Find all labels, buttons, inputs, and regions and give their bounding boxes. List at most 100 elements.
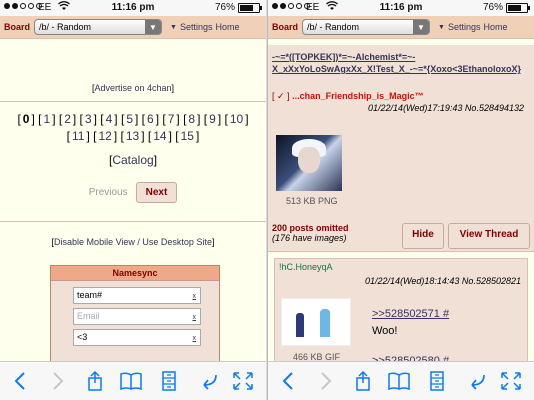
op-post: -~=*([TOPKEK])*=~-Alchemist*=~-X_xXxYoLo… [268, 45, 534, 252]
op-name-row: [ ✓ ] ...chan_Friendship_is_Magic™ [272, 91, 424, 102]
settings-link[interactable]: Settings [180, 22, 213, 32]
fullscreen-icon[interactable] [500, 371, 522, 391]
forward-icon[interactable] [314, 371, 336, 391]
next-button[interactable]: Next [135, 182, 178, 203]
reply-icon[interactable] [196, 371, 218, 391]
namesync-subject-input[interactable]: <3 x [73, 329, 201, 346]
view-thread-button[interactable]: View Thread [448, 223, 530, 249]
op-subject-link[interactable]: -~=*([TOPKEK])*=~-Alchemist*=~-X_xXxYoLo… [272, 51, 522, 75]
divider [0, 101, 266, 102]
back-icon[interactable] [278, 371, 300, 391]
share-icon[interactable] [352, 370, 374, 391]
right-page: -~=*([TOPKEK])*=~-Alchemist*=~-X_xXxYoLo… [268, 39, 534, 370]
desktop-row: [Disable Mobile View / Use Desktop Site] [51, 237, 215, 247]
safari-toolbar [268, 361, 534, 400]
home-link[interactable]: Home [215, 22, 239, 32]
previous-label: Previous [88, 187, 128, 198]
advertise-link[interactable]: Advertise on 4chan [94, 83, 171, 93]
subject-input-value: <3 [77, 332, 88, 342]
reply-name: !hC.HoneyqA [279, 262, 333, 272]
bookmarks-icon[interactable] [120, 371, 142, 391]
page-link[interactable]: 14 [153, 129, 166, 143]
page-link[interactable]: 1 [44, 112, 51, 126]
status-bar: EE 11:16 pm 76% [268, 0, 534, 16]
reply-icon[interactable] [464, 371, 486, 391]
advertise-row: [Advertise on 4chan] [91, 83, 175, 93]
op-image-info: 513 KB PNG [286, 196, 338, 206]
battery-icon [238, 2, 262, 13]
op-thumbnail[interactable] [276, 135, 342, 191]
board-label: Board [4, 22, 31, 32]
page-link[interactable]: 4 [106, 112, 113, 126]
board-select-value: /b/ - Random [307, 22, 360, 32]
reply-thumbnail[interactable] [281, 298, 351, 346]
board-label: Board [272, 22, 299, 32]
board-select[interactable]: /b/ - Random ▼ [302, 19, 431, 35]
status-bar: EE 11:16 pm 76% [0, 0, 266, 16]
prev-next-row: Previous Next [0, 182, 266, 203]
share-icon[interactable] [84, 370, 106, 391]
clear-email-button[interactable]: x [193, 310, 197, 325]
reply-post: !hC.HoneyqA 01/22/14(Wed)18:14:43 No.528… [274, 258, 528, 370]
chevron-down-icon: ▼ [145, 20, 162, 34]
namesync-name-input[interactable]: team# x [73, 287, 201, 304]
clear-name-button[interactable]: x [193, 289, 197, 304]
page-link[interactable]: 8 [188, 112, 195, 126]
battery-indicator: 76% [214, 2, 262, 13]
board-select[interactable]: /b/ - Random ▼ [34, 19, 163, 35]
dual-screenshot: EE 11:16 pm 76% Board /b/ - Random ▼ ▼ S… [0, 0, 534, 400]
email-input-placeholder: Email [77, 311, 100, 321]
settings-link[interactable]: Settings [448, 22, 481, 32]
back-icon[interactable] [10, 371, 32, 391]
page-link[interactable]: 7 [168, 112, 175, 126]
tabs-icon[interactable] [426, 371, 448, 391]
tabs-icon[interactable] [158, 371, 180, 391]
battery-percent: 76% [482, 2, 503, 13]
caret-down-icon: ▼ [438, 23, 445, 31]
left-page: [Advertise on 4chan] [0] [1] [2] [3] [4]… [0, 39, 266, 387]
clear-subject-button[interactable]: x [193, 331, 197, 346]
left-screen: EE 11:16 pm 76% Board /b/ - Random ▼ ▼ S… [0, 0, 267, 400]
chevron-down-icon: ▼ [413, 20, 430, 34]
right-screen: EE 11:16 pm 76% Board /b/ - Random ▼ ▼ S… [267, 0, 534, 400]
page-link[interactable]: 6 [147, 112, 154, 126]
namesync-title: Namesync [51, 266, 219, 281]
page-link[interactable]: 9 [209, 112, 216, 126]
post-checkbox[interactable]: [ ✓ ] [272, 91, 290, 101]
board-select-value: /b/ - Random [39, 22, 92, 32]
page-link[interactable]: 0 [23, 112, 30, 126]
name-input-value: team# [77, 290, 103, 300]
battery-icon [506, 2, 530, 13]
pagination-row-2: [11] [12] [13] [14] [15] [66, 129, 200, 143]
omitted-info: 200 posts omitted (176 have images) [272, 223, 349, 243]
catalog-row: [Catalog] [108, 153, 158, 167]
op-date: 01/22/14(Wed)17:19:43 No.528494132 [368, 103, 524, 113]
page-link[interactable]: 12 [99, 129, 112, 143]
hide-button[interactable]: Hide [402, 223, 444, 249]
page-link[interactable]: 2 [64, 112, 71, 126]
desktop-site-link[interactable]: Disable Mobile View / Use Desktop Site [54, 237, 212, 247]
home-link[interactable]: Home [483, 22, 507, 32]
forward-icon[interactable] [46, 371, 68, 391]
page-link[interactable]: 10 [230, 112, 243, 126]
page-link[interactable]: 13 [126, 129, 139, 143]
page-link[interactable]: 15 [181, 129, 194, 143]
catalog-link[interactable]: Catalog [112, 153, 153, 167]
op-name: ...chan_Friendship_is_Magic™ [292, 91, 424, 101]
omitted-count: 200 posts omitted [272, 223, 349, 233]
namesync-email-input[interactable]: Email x [73, 308, 201, 325]
page-link[interactable]: 3 [85, 112, 92, 126]
board-nav-bar: Board /b/ - Random ▼ ▼ Settings Home [268, 16, 534, 39]
reply-text: Woo! [372, 325, 398, 337]
safari-toolbar [0, 361, 266, 400]
bookmarks-icon[interactable] [388, 371, 410, 391]
battery-percent: 76% [214, 2, 235, 13]
quote-link[interactable]: >>528502571 # [372, 308, 449, 320]
reply-date: 01/22/14(Wed)18:14:43 No.528502821 [365, 276, 521, 286]
divider [0, 221, 266, 222]
fullscreen-icon[interactable] [232, 371, 254, 391]
pagination: [0] [1] [2] [3] [4] [5] [6] [7] [8] [9] … [0, 111, 266, 145]
page-link[interactable]: 5 [126, 112, 133, 126]
page-link[interactable]: 11 [72, 129, 84, 143]
battery-indicator: 76% [482, 2, 530, 13]
